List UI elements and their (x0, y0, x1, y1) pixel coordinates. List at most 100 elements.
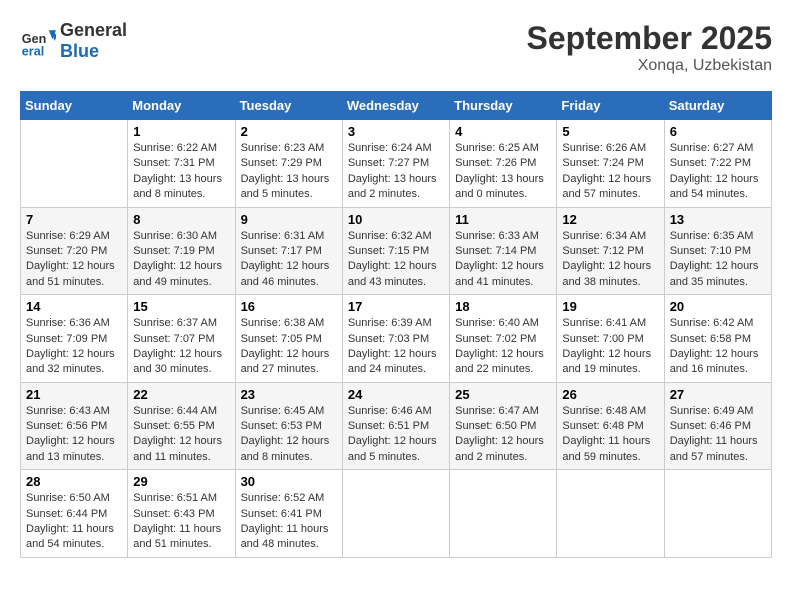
calendar-cell (342, 470, 449, 558)
calendar-table: SundayMondayTuesdayWednesdayThursdayFrid… (20, 91, 772, 558)
weekday-header-sunday: Sunday (21, 92, 128, 120)
calendar-cell: 16 Sunrise: 6:38 AM Sunset: 7:05 PM Dayli… (235, 295, 342, 383)
day-number: 12 (562, 212, 658, 227)
day-number: 19 (562, 299, 658, 314)
day-number: 29 (133, 474, 229, 489)
calendar-cell: 5Sunrise: 6:26 AM Sunset: 7:24 PM Daylig… (557, 120, 664, 208)
calendar-cell: 17Sunrise: 6:39 AM Sunset: 7:03 PM Dayli… (342, 295, 449, 383)
day-number: 21 (26, 387, 122, 402)
day-info: Sunrise: 6:25 AM Sunset: 7:26 PM Dayligh… (455, 141, 551, 203)
day-number: 9 (241, 212, 337, 227)
calendar-cell: 24 Sunrise: 6:46 AM Sunset: 6:51 PM Dayli… (342, 382, 449, 470)
calendar-cell: 15 Sunrise: 6:37 AM Sunset: 7:07 PM Dayli… (128, 295, 235, 383)
calendar-cell: 7 Sunrise: 6:29 AM Sunset: 7:20 PM Daylig… (21, 207, 128, 295)
day-number: 15 (133, 299, 229, 314)
calendar-cell: 13 Sunrise: 6:35 AM Sunset: 7:10 PM Dayli… (664, 207, 771, 295)
title-block: September 2025 Xonqa, Uzbekistan (527, 20, 772, 75)
day-number: 25 (455, 387, 551, 402)
day-info: Sunrise: 6:47 AM Sunset: 6:50 PM Dayligh… (455, 404, 551, 466)
calendar-week-row: 21Sunrise: 6:43 AM Sunset: 6:56 PM Dayli… (21, 382, 772, 470)
calendar-cell: 8 Sunrise: 6:30 AM Sunset: 7:19 PM Daylig… (128, 207, 235, 295)
logo-icon: Gen eral (20, 23, 56, 59)
day-info: Sunrise: 6:33 AM Sunset: 7:14 PM Dayligh… (455, 229, 551, 291)
day-info: Sunrise: 6:24 AM Sunset: 7:27 PM Dayligh… (348, 141, 444, 203)
weekday-header-monday: Monday (128, 92, 235, 120)
day-number: 10 (348, 212, 444, 227)
day-number: 27 (670, 387, 766, 402)
calendar-cell (450, 470, 557, 558)
calendar-cell (21, 120, 128, 208)
calendar-cell: 23 Sunrise: 6:45 AM Sunset: 6:53 PM Dayli… (235, 382, 342, 470)
calendar-cell: 10 Sunrise: 6:32 AM Sunset: 7:15 PM Dayli… (342, 207, 449, 295)
day-info: Sunrise: 6:22 AM Sunset: 7:31 PM Dayligh… (133, 141, 229, 203)
calendar-cell: 25 Sunrise: 6:47 AM Sunset: 6:50 PM Dayli… (450, 382, 557, 470)
page-header: Gen eral General Blue September 2025 Xon… (20, 20, 772, 75)
day-number: 17 (348, 299, 444, 314)
day-number: 20 (670, 299, 766, 314)
day-info: Sunrise: 6:52 AM Sunset: 6:41 PM Dayligh… (241, 491, 337, 553)
day-info: Sunrise: 6:35 AM Sunset: 7:10 PM Dayligh… (670, 229, 766, 291)
day-number: 7 (26, 212, 122, 227)
calendar-cell: 9 Sunrise: 6:31 AM Sunset: 7:17 PM Daylig… (235, 207, 342, 295)
calendar-cell: 29 Sunrise: 6:51 AM Sunset: 6:43 PM Dayli… (128, 470, 235, 558)
day-info: Sunrise: 6:42 AM Sunset: 6:58 PM Dayligh… (670, 316, 766, 378)
weekday-header-friday: Friday (557, 92, 664, 120)
weekday-header-thursday: Thursday (450, 92, 557, 120)
day-number: 3 (348, 124, 444, 139)
day-info: Sunrise: 6:37 AM Sunset: 7:07 PM Dayligh… (133, 316, 229, 378)
weekday-header-tuesday: Tuesday (235, 92, 342, 120)
calendar-cell (664, 470, 771, 558)
day-info: Sunrise: 6:38 AM Sunset: 7:05 PM Dayligh… (241, 316, 337, 378)
day-number: 4 (455, 124, 551, 139)
day-info: Sunrise: 6:46 AM Sunset: 6:51 PM Dayligh… (348, 404, 444, 466)
calendar-cell: 4 Sunrise: 6:25 AM Sunset: 7:26 PM Daylig… (450, 120, 557, 208)
calendar-cell: 22 Sunrise: 6:44 AM Sunset: 6:55 PM Dayli… (128, 382, 235, 470)
calendar-cell: 6 Sunrise: 6:27 AM Sunset: 7:22 PM Daylig… (664, 120, 771, 208)
day-info: Sunrise: 6:29 AM Sunset: 7:20 PM Dayligh… (26, 229, 122, 291)
day-info: Sunrise: 6:44 AM Sunset: 6:55 PM Dayligh… (133, 404, 229, 466)
day-number: 13 (670, 212, 766, 227)
day-number: 18 (455, 299, 551, 314)
calendar-cell: 20 Sunrise: 6:42 AM Sunset: 6:58 PM Dayli… (664, 295, 771, 383)
calendar-cell: 27 Sunrise: 6:49 AM Sunset: 6:46 PM Dayli… (664, 382, 771, 470)
calendar-cell (557, 470, 664, 558)
day-info: Sunrise: 6:27 AM Sunset: 7:22 PM Dayligh… (670, 141, 766, 203)
day-info: Sunrise: 6:36 AM Sunset: 7:09 PM Dayligh… (26, 316, 122, 378)
day-number: 16 (241, 299, 337, 314)
day-info: Sunrise: 6:34 AM Sunset: 7:12 PM Dayligh… (562, 229, 658, 291)
calendar-week-row: 1 Sunrise: 6:22 AM Sunset: 7:31 PM Daylig… (21, 120, 772, 208)
weekday-header-wednesday: Wednesday (342, 92, 449, 120)
calendar-week-row: 14Sunrise: 6:36 AM Sunset: 7:09 PM Dayli… (21, 295, 772, 383)
day-number: 30 (241, 474, 337, 489)
day-number: 23 (241, 387, 337, 402)
day-info: Sunrise: 6:51 AM Sunset: 6:43 PM Dayligh… (133, 491, 229, 553)
day-info: Sunrise: 6:23 AM Sunset: 7:29 PM Dayligh… (241, 141, 337, 203)
weekday-header-row: SundayMondayTuesdayWednesdayThursdayFrid… (21, 92, 772, 120)
calendar-cell: 30 Sunrise: 6:52 AM Sunset: 6:41 PM Dayli… (235, 470, 342, 558)
calendar-cell: 14Sunrise: 6:36 AM Sunset: 7:09 PM Dayli… (21, 295, 128, 383)
calendar-cell: 19Sunrise: 6:41 AM Sunset: 7:00 PM Dayli… (557, 295, 664, 383)
day-number: 6 (670, 124, 766, 139)
day-number: 2 (241, 124, 337, 139)
day-number: 11 (455, 212, 551, 227)
day-info: Sunrise: 6:32 AM Sunset: 7:15 PM Dayligh… (348, 229, 444, 291)
day-info: Sunrise: 6:45 AM Sunset: 6:53 PM Dayligh… (241, 404, 337, 466)
calendar-cell: 11 Sunrise: 6:33 AM Sunset: 7:14 PM Dayli… (450, 207, 557, 295)
calendar-cell: 2 Sunrise: 6:23 AM Sunset: 7:29 PM Daylig… (235, 120, 342, 208)
day-info: Sunrise: 6:31 AM Sunset: 7:17 PM Dayligh… (241, 229, 337, 291)
calendar-cell: 12 Sunrise: 6:34 AM Sunset: 7:12 PM Dayli… (557, 207, 664, 295)
day-number: 22 (133, 387, 229, 402)
day-info: Sunrise: 6:48 AM Sunset: 6:48 PM Dayligh… (562, 404, 658, 466)
day-number: 8 (133, 212, 229, 227)
calendar-cell: 26 Sunrise: 6:48 AM Sunset: 6:48 PM Dayli… (557, 382, 664, 470)
location-title: Xonqa, Uzbekistan (527, 57, 772, 75)
day-number: 26 (562, 387, 658, 402)
day-info: Sunrise: 6:49 AM Sunset: 6:46 PM Dayligh… (670, 404, 766, 466)
day-info: Sunrise: 6:40 AM Sunset: 7:02 PM Dayligh… (455, 316, 551, 378)
day-number: 24 (348, 387, 444, 402)
day-number: 5 (562, 124, 658, 139)
calendar-week-row: 7 Sunrise: 6:29 AM Sunset: 7:20 PM Daylig… (21, 207, 772, 295)
day-info: Sunrise: 6:30 AM Sunset: 7:19 PM Dayligh… (133, 229, 229, 291)
calendar-cell: 1 Sunrise: 6:22 AM Sunset: 7:31 PM Daylig… (128, 120, 235, 208)
day-number: 1 (133, 124, 229, 139)
